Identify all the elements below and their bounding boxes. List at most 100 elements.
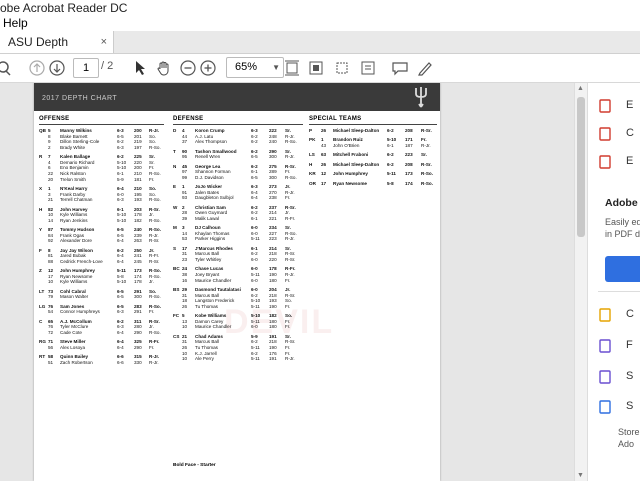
cell-num: 93	[182, 195, 188, 201]
pdf-page: 2017 DEPTH CHART DEVIL OFFENSE DEFENSE S…	[34, 83, 440, 481]
pitchfork-logo-icon	[415, 87, 427, 108]
tool-item[interactable]: E	[588, 99, 638, 113]
depth-row: P 26 Michael Sleep-Dalton 6-2 208 R-Sr.	[309, 128, 437, 134]
adobe-promo-title: Adobe A	[605, 197, 640, 209]
cell-wt: 182	[134, 217, 142, 223]
previous-page-icon[interactable]	[29, 58, 45, 78]
cell-pos: OR	[309, 180, 316, 186]
promo-desc-line-1: Easily edi	[605, 217, 640, 227]
cell-num: 17	[321, 180, 327, 186]
tool-item[interactable]: C	[588, 308, 638, 322]
cell-name: Michael Sleep-Dalton	[333, 128, 380, 133]
depth-row: 20 Trelon Smith 5-9 181 Fr.	[39, 177, 164, 183]
depth-row: 43 John O'Brien 6-1 187 R-Jr.	[309, 143, 437, 149]
cell-wt: 173	[405, 171, 413, 177]
cell-cls: R-Jr.	[285, 356, 295, 362]
cell-wt: 174	[405, 180, 413, 186]
fit-page-icon[interactable]	[284, 58, 300, 78]
zoom-value: 65%	[235, 61, 258, 73]
cell-num: 10	[182, 356, 188, 362]
tool-item[interactable]: E	[588, 155, 638, 169]
cell-ht: 6-5	[251, 154, 258, 160]
cell-num: 54	[48, 309, 54, 315]
cell-num: 95	[182, 154, 188, 160]
page-number-input[interactable]: 1	[73, 58, 99, 78]
depth-row: 39 Malik Lawal 6-1 221 R-Fr.	[173, 216, 303, 222]
special-teams-title: SPECIAL TEAMS	[309, 116, 362, 122]
scroll-up-icon[interactable]: ▲	[577, 85, 584, 92]
cell-name: Brady White	[60, 144, 86, 150]
promo-action-button[interactable]	[605, 256, 640, 282]
document-viewer[interactable]: 2017 DEPTH CHART DEVIL OFFENSE DEFENSE S…	[0, 83, 574, 481]
cell-ht: 6-3	[117, 144, 124, 150]
cell-cls: R-So.	[285, 174, 297, 180]
comment-icon[interactable]	[391, 58, 409, 78]
cell-wt: 223	[405, 152, 413, 158]
cell-ht: 6-5	[251, 174, 258, 180]
tool-item[interactable]: F	[588, 339, 638, 353]
cell-ht: 5-9	[117, 176, 124, 182]
cell-ht: 6-2	[387, 128, 394, 133]
zoom-out-icon[interactable]	[180, 58, 196, 78]
cell-cls: R-Sr.	[285, 257, 296, 263]
tools-right-panel: E C E C F S S Adobe A Easily edi in PDF do Sto…	[587, 83, 640, 481]
depth-row: 14 Ryan Jenkins 5-10 182 R-So.	[39, 218, 164, 224]
cell-ht: 6-0	[251, 257, 258, 263]
cell-wt: 181	[134, 176, 142, 182]
hand-tool-icon[interactable]	[155, 58, 173, 78]
cell-cls: Fr.	[285, 277, 291, 283]
pdf-header-title: 2017 DEPTH CHART	[42, 95, 118, 102]
zoom-select[interactable]: 65% ▼	[226, 57, 284, 78]
cell-name: John Humphrey	[333, 171, 368, 177]
menu-help[interactable]: Help	[3, 16, 28, 30]
full-screen-icon[interactable]	[308, 58, 324, 78]
cell-cls: R-Jr.	[149, 359, 159, 365]
cell-wt: 197	[134, 144, 142, 150]
zoom-in-icon[interactable]	[200, 58, 216, 78]
vertical-scrollbar[interactable]: ▲ ▼	[574, 83, 587, 481]
cell-name: Kyle Williams	[60, 279, 88, 285]
depth-row: 54 Connor Humphreys 6-3 291 Fr.	[39, 309, 164, 315]
depth-row: OR 17 Ryan Newsome 5-8 174 R-So.	[309, 181, 437, 187]
rotate-icon[interactable]	[334, 58, 350, 78]
cell-num: 43	[321, 142, 327, 148]
menu-bar: Help	[0, 16, 640, 31]
cell-cls: R-So.	[285, 139, 297, 145]
cell-num: 14	[48, 217, 54, 223]
cell-ht: 6-4	[117, 258, 124, 264]
cell-cls: Fr.	[149, 309, 155, 315]
cell-ht: 5-10	[117, 279, 127, 285]
cell-wt: 193	[134, 197, 142, 203]
cell-wt: 221	[269, 215, 277, 221]
depth-row: 79 Mason Walter 6-5 300 R-So.	[39, 294, 164, 300]
cell-cls: R-Fr.	[285, 215, 296, 221]
cell-ht: 5-11	[387, 171, 396, 177]
tool-item[interactable]: S	[588, 400, 638, 414]
highlight-pen-icon[interactable]	[416, 58, 434, 78]
cell-wt: 291	[134, 309, 142, 315]
search-icon[interactable]	[0, 58, 14, 78]
tool-label: C	[626, 127, 634, 139]
next-page-icon[interactable]	[49, 58, 65, 78]
depth-row: 21 Terrell Chatman 6-3 193 R-So.	[39, 197, 164, 203]
scroll-down-icon[interactable]: ▼	[577, 472, 584, 479]
tab-document[interactable]: ASU Depth Chart.pdf ×	[0, 31, 114, 71]
cell-num: 88	[48, 258, 54, 264]
cell-cls: Fr.	[149, 176, 155, 182]
close-tab-icon[interactable]: ×	[101, 31, 107, 53]
cell-cls: Fr.	[285, 303, 291, 309]
cell-ht: 6-3	[117, 309, 124, 315]
cell-num: 39	[182, 215, 188, 221]
tool-item[interactable]: S	[588, 370, 638, 384]
read-mode-icon[interactable]	[360, 58, 376, 78]
select-cursor-icon[interactable]	[133, 58, 147, 78]
cell-name: Trelon Smith	[60, 176, 86, 182]
cell-ht: 5-10	[117, 217, 127, 223]
depth-row: 95 Renell Wren 6-5 300 R-Jr.	[173, 154, 303, 160]
cell-cls: R-So.	[421, 171, 433, 177]
tool-item[interactable]: C	[588, 127, 638, 141]
cell-num: 26	[321, 161, 327, 167]
cell-cls: R-So.	[149, 217, 161, 223]
scrollbar-thumb[interactable]	[577, 97, 585, 237]
cell-cls: Fr.	[149, 344, 155, 350]
